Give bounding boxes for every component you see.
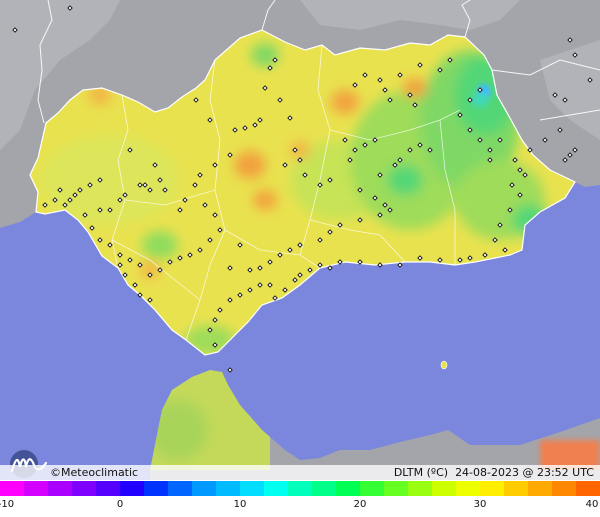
color-scale-swatch <box>72 481 97 496</box>
color-scale-swatch <box>432 481 457 496</box>
color-scale-swatch <box>192 481 217 496</box>
color-scale-swatch <box>504 481 529 496</box>
temperature-map <box>0 0 600 480</box>
color-scale-swatch <box>120 481 145 496</box>
color-scale-swatch <box>528 481 553 496</box>
info-bar: ©Meteoclimatic DLTM (ºC) 24-08-2023 @ 23… <box>0 465 600 481</box>
color-scale-swatch <box>360 481 385 496</box>
color-scale-swatch <box>0 481 25 496</box>
map-viewer: ©Meteoclimatic DLTM (ºC) 24-08-2023 @ 23… <box>0 0 600 517</box>
color-scale-swatch <box>336 481 361 496</box>
color-scale-tick: 10 <box>233 499 247 510</box>
color-scale-ticks: -10 0 10 20 30 40 <box>0 496 600 517</box>
color-scale-swatch <box>384 481 409 496</box>
color-scale-swatch <box>552 481 577 496</box>
color-scale-swatch <box>216 481 241 496</box>
color-scale-bar <box>0 481 600 496</box>
color-scale-swatch <box>312 481 337 496</box>
color-scale-swatch <box>264 481 289 496</box>
color-scale-swatch <box>288 481 313 496</box>
color-scale-tick: -10 <box>0 499 15 510</box>
color-scale-swatch <box>168 481 193 496</box>
variable-label: DLTM (ºC) <box>393 466 449 479</box>
color-scale-swatch <box>576 481 600 496</box>
brand-label: ©Meteoclimatic <box>50 466 138 479</box>
color-scale-tick: 40 <box>585 499 599 510</box>
color-scale-swatch <box>144 481 169 496</box>
color-scale-swatch <box>408 481 433 496</box>
brand-name: Meteoclimatic <box>61 466 139 479</box>
color-scale-swatch <box>240 481 265 496</box>
alboran-island <box>440 360 448 370</box>
color-scale-swatch <box>480 481 505 496</box>
color-scale-tick: 20 <box>353 499 367 510</box>
map-metadata: DLTM (ºC) 24-08-2023 @ 23:52 UTC <box>394 466 594 479</box>
copyright-symbol: © <box>50 466 61 479</box>
timestamp-label: 24-08-2023 @ 23:52 UTC <box>455 466 594 479</box>
color-scale-swatch <box>456 481 481 496</box>
color-scale-tick: 0 <box>116 499 124 510</box>
color-scale-swatch <box>24 481 49 496</box>
color-scale-tick: 30 <box>473 499 487 510</box>
color-scale-swatch <box>96 481 121 496</box>
color-scale-swatch <box>48 481 73 496</box>
